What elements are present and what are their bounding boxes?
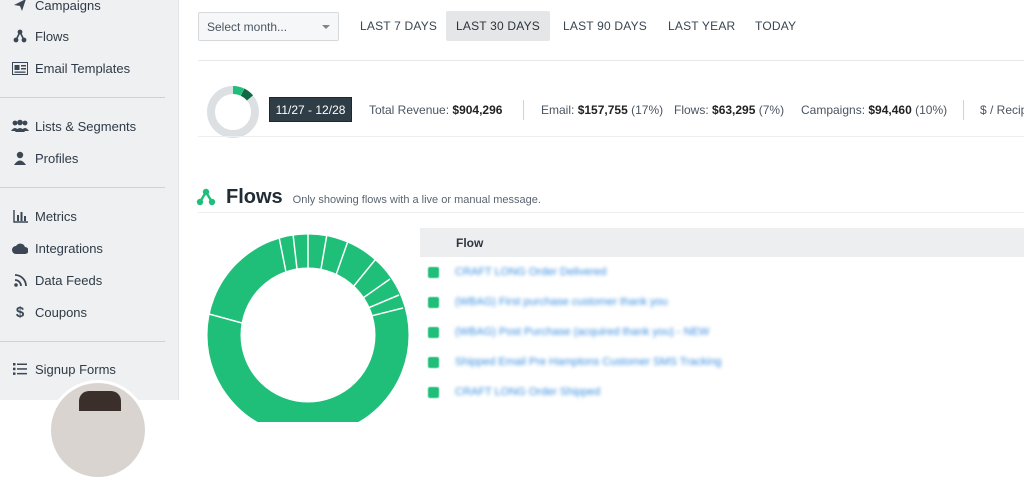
sidebar-item-label: Campaigns [35,0,101,13]
flow-link[interactable]: (WBAG) First purchase customer thank you [455,296,668,308]
divider [198,136,1024,137]
table-row[interactable]: (WBAG) First purchase customer thank you [428,292,668,312]
stat-label: Flows: [674,103,709,117]
template-icon [11,60,29,76]
flow-status-dot [428,296,439,308]
range-button-today[interactable]: TODAY [745,11,806,41]
sidebar-item-label: Signup Forms [35,361,116,377]
sidebar: Campaigns Flows Email Templates Lists & … [0,0,179,480]
flows-note: Only showing flows with a live or manual… [292,194,541,206]
flows-title: Flows [226,185,283,208]
main-content: Select month... LAST 7 DAYS LAST 30 DAYS… [180,0,1024,422]
stat-divider [963,100,964,120]
flow-status-dot [428,356,439,368]
table-row[interactable]: CRAFT LONG Order Delivered [428,262,606,282]
sidebar-item-profiles[interactable]: Profiles [11,148,78,168]
stat-percent: (10%) [915,103,948,117]
sidebar-item-label: Email Templates [35,60,131,76]
dollar-icon: $ [15,303,25,321]
flow-link[interactable]: CRAFT LONG Order Shipped [455,386,600,398]
flows-icon [196,188,216,206]
divider [198,212,1024,213]
campaigns-revenue-stat: Campaigns: $94,460 (10%) [801,103,947,117]
stat-divider [523,100,524,120]
stat-percent: (17%) [631,103,664,117]
stat-value: $94,460 [868,103,912,117]
flows-icon [11,28,29,44]
users-icon [11,118,29,134]
range-button-last-year[interactable]: LAST YEAR [658,11,745,41]
per-recipient-stat: $ / Recip [980,103,1024,117]
sidebar-item-lists-segments[interactable]: Lists & Segments [11,116,136,136]
list-icon [11,361,29,377]
sidebar-item-label: Lists & Segments [35,118,137,134]
flows-table-header[interactable]: Flow [420,228,1024,257]
sidebar-item-label: Integrations [35,240,103,256]
range-button-last-7-days[interactable]: LAST 7 DAYS [350,11,447,41]
stat-value: $904,296 [452,103,503,117]
user-icon [11,150,29,166]
flow-status-dot [428,266,439,278]
avatar[interactable] [48,380,148,480]
bar-chart-icon [11,208,29,224]
sidebar-divider [0,187,165,188]
month-select-value: Select month... [207,19,288,34]
sidebar-item-flows[interactable]: Flows [11,26,69,46]
range-button-last-30-days[interactable]: LAST 30 DAYS [446,11,550,41]
flow-status-dot [428,386,439,398]
flow-status-dot [428,326,439,338]
flow-link[interactable]: (WBAG) Post Purchase (acquired thank you… [455,326,709,338]
stat-label: Email: [541,103,575,117]
table-row[interactable]: Shipped Email Pre Hamptons Customer SMS … [428,352,722,372]
stat-label: Campaigns: [801,103,866,117]
stat-percent: (7%) [758,103,785,117]
flows-donut-chart [207,232,409,422]
sidebar-item-label: Coupons [35,304,88,320]
sidebar-item-data-feeds[interactable]: Data Feeds [11,270,102,290]
rss-icon [11,272,29,288]
sidebar-item-label: Data Feeds [35,272,103,288]
month-select[interactable]: Select month... [198,12,339,41]
stat-value: $157,755 [577,103,628,117]
sidebar-item-label: Flows [35,28,69,44]
total-revenue-stat: Total Revenue: $904,296 [369,103,502,117]
table-row[interactable]: (WBAG) Post Purchase (acquired thank you… [428,322,709,342]
sidebar-divider [0,341,165,342]
paper-plane-icon [11,0,29,13]
flow-column-header: Flow [456,235,484,250]
divider [198,60,1024,61]
chevron-down-icon [322,24,330,29]
email-revenue-stat: Email: $157,755 (17%) [541,103,663,117]
sidebar-item-metrics[interactable]: Metrics [11,206,77,226]
range-button-last-90-days[interactable]: LAST 90 DAYS [553,11,657,41]
sidebar-divider [0,97,165,98]
sidebar-item-label: Metrics [35,208,77,224]
flow-link[interactable]: Shipped Email Pre Hamptons Customer SMS … [455,356,722,368]
revenue-mini-donut [207,86,259,138]
sidebar-item-signup-forms[interactable]: Signup Forms [11,359,116,379]
revenue-summary: 11/27 - 12/28 Total Revenue: $904,296 Em… [180,84,1024,138]
sidebar-item-label: Profiles [35,150,79,166]
date-range-tag: 11/27 - 12/28 [269,97,352,122]
sidebar-item-campaigns[interactable]: Campaigns [11,0,101,15]
table-row[interactable]: CRAFT LONG Order Shipped [428,382,600,402]
sidebar-item-email-templates[interactable]: Email Templates [11,58,130,78]
sidebar-item-coupons[interactable]: $ Coupons [11,302,87,322]
sidebar-item-integrations[interactable]: Integrations [11,238,103,258]
flow-link[interactable]: CRAFT LONG Order Delivered [455,266,606,278]
stat-value: $63,295 [712,103,756,117]
flows-revenue-stat: Flows: $63,295 (7%) [674,103,784,117]
stat-label: Total Revenue: [369,103,450,117]
cloud-icon [11,240,29,256]
flows-section-header: Flows Only showing flows with a live or … [196,184,541,210]
